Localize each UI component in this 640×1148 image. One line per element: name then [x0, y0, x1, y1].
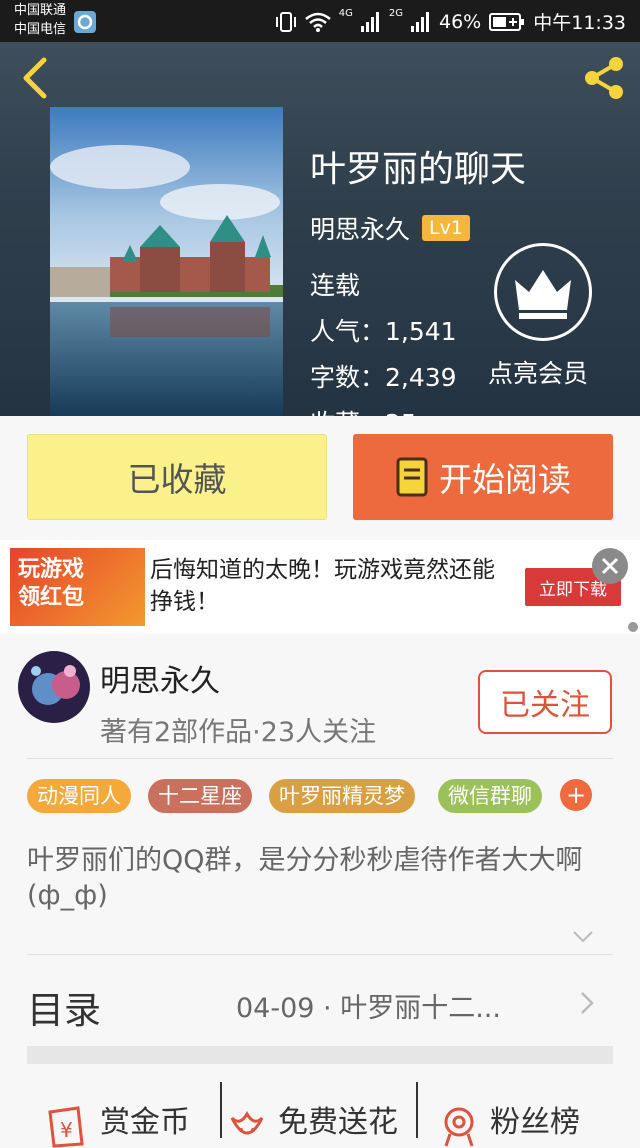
vip-button[interactable]	[494, 243, 592, 341]
add-tag-button[interactable]: +	[560, 779, 592, 811]
send-flower-button[interactable]: 免费送花	[228, 1090, 398, 1148]
carrier-label-1: 中国联通	[14, 3, 67, 18]
divider	[220, 1082, 222, 1138]
fan-ranking-label: 粉丝榜	[490, 1105, 580, 1140]
tag-zodiac[interactable]: 十二星座	[148, 779, 252, 813]
app-notification-icon	[74, 11, 96, 33]
author-stats: 著有2部作品·23人关注	[100, 717, 377, 748]
battery-icon	[489, 12, 525, 31]
book-author-line: 明思永久 Lv1	[310, 210, 470, 246]
carrier-label-2: 中国电信	[14, 22, 67, 37]
fan-ranking-button[interactable]: 粉丝榜	[440, 1090, 580, 1148]
book-author-name[interactable]: 明思永久	[310, 210, 410, 246]
book-description: 叶罗丽们的QQ群，是分分秒秒虐待作者大大啊(ф_ф)	[27, 845, 583, 911]
signal-icon-2	[411, 11, 429, 32]
crown-icon	[515, 270, 571, 319]
ad-close-button[interactable]	[592, 548, 628, 584]
author-avatar-picture	[18, 651, 90, 723]
start-reading-button[interactable]: 开始阅读	[353, 434, 613, 520]
back-arrow-icon[interactable]	[18, 56, 50, 100]
medal-icon	[444, 1107, 474, 1147]
vip-label[interactable]: 点亮会员	[488, 354, 588, 390]
red-envelope-icon: ¥	[48, 1106, 84, 1148]
flower-icon	[230, 1111, 264, 1135]
book-cover-image[interactable]	[50, 107, 283, 416]
divider	[416, 1082, 418, 1138]
svg-text:¥: ¥	[60, 1118, 73, 1142]
chevron-down-icon[interactable]	[572, 926, 594, 948]
wifi-icon	[304, 12, 331, 32]
tag-yeloli[interactable]: 叶罗丽精灵梦	[269, 779, 415, 813]
network-label-1: 4G	[338, 8, 353, 19]
castle-cover-picture	[50, 107, 283, 416]
ad-image[interactable]: 玩游戏 领红包	[10, 548, 145, 626]
favorited-button[interactable]: 已收藏	[27, 434, 327, 520]
send-flower-label: 免费送花	[278, 1105, 398, 1140]
toc-label[interactable]: 目录	[27, 980, 101, 1034]
ad-image-text-2: 领红包	[18, 585, 85, 610]
ad-info-icon[interactable]	[628, 622, 638, 632]
popularity-stat: 人气：1,541	[310, 317, 457, 346]
network-label-2: 2G	[388, 8, 403, 19]
section-separator	[27, 1046, 613, 1064]
ad-image-text-1: 玩游戏	[18, 557, 85, 582]
book-icon	[396, 457, 428, 497]
level-badge: Lv1	[422, 215, 470, 241]
book-header: 叶罗丽的聊天 明思永久 Lv1 连载 人气：1,541 字数：2,439 收藏：…	[0, 42, 640, 416]
start-reading-label: 开始阅读	[439, 460, 571, 499]
ad-text[interactable]: 后悔知道的太晚！玩游戏竟然还能挣钱！	[150, 554, 510, 618]
divider	[27, 954, 613, 955]
author-name[interactable]: 明思永久	[100, 656, 220, 700]
close-icon	[601, 557, 619, 575]
avatar[interactable]	[18, 651, 90, 723]
following-button[interactable]: 已关注	[478, 670, 612, 734]
book-title: 叶罗丽的聊天	[310, 149, 527, 190]
status-icons: 4G 2G 46% 中午11:33	[275, 8, 626, 35]
serial-status: 连载	[310, 271, 361, 300]
divider	[27, 758, 613, 759]
chevron-right-icon[interactable]	[578, 990, 596, 1016]
signal-icon-1	[360, 11, 379, 32]
reward-coins-label: 赏金币	[100, 1105, 190, 1140]
clock: 中午11:33	[533, 12, 626, 34]
battery-percent: 46%	[439, 10, 482, 33]
ad-banner[interactable]: 玩游戏 领红包 后悔知道的太晚！玩游戏竟然还能挣钱！ 立即下载	[0, 540, 640, 634]
toc-latest-chapter[interactable]: 04-09 · 叶罗丽十二...	[236, 986, 501, 1025]
tag-anime-fanfic[interactable]: 动漫同人	[27, 779, 131, 813]
favorites-stat: 收藏：25	[310, 404, 417, 416]
status-bar: 中国联通 中国电信 4G 2G 46% 中午11:33	[0, 0, 640, 42]
reward-coins-button[interactable]: ¥ 赏金币	[44, 1090, 190, 1148]
tag-wechat-group[interactable]: 微信群聊	[438, 779, 542, 813]
vibrate-icon	[275, 11, 296, 32]
share-icon[interactable]	[580, 54, 628, 102]
word-count-stat: 字数：2,439	[310, 363, 457, 392]
